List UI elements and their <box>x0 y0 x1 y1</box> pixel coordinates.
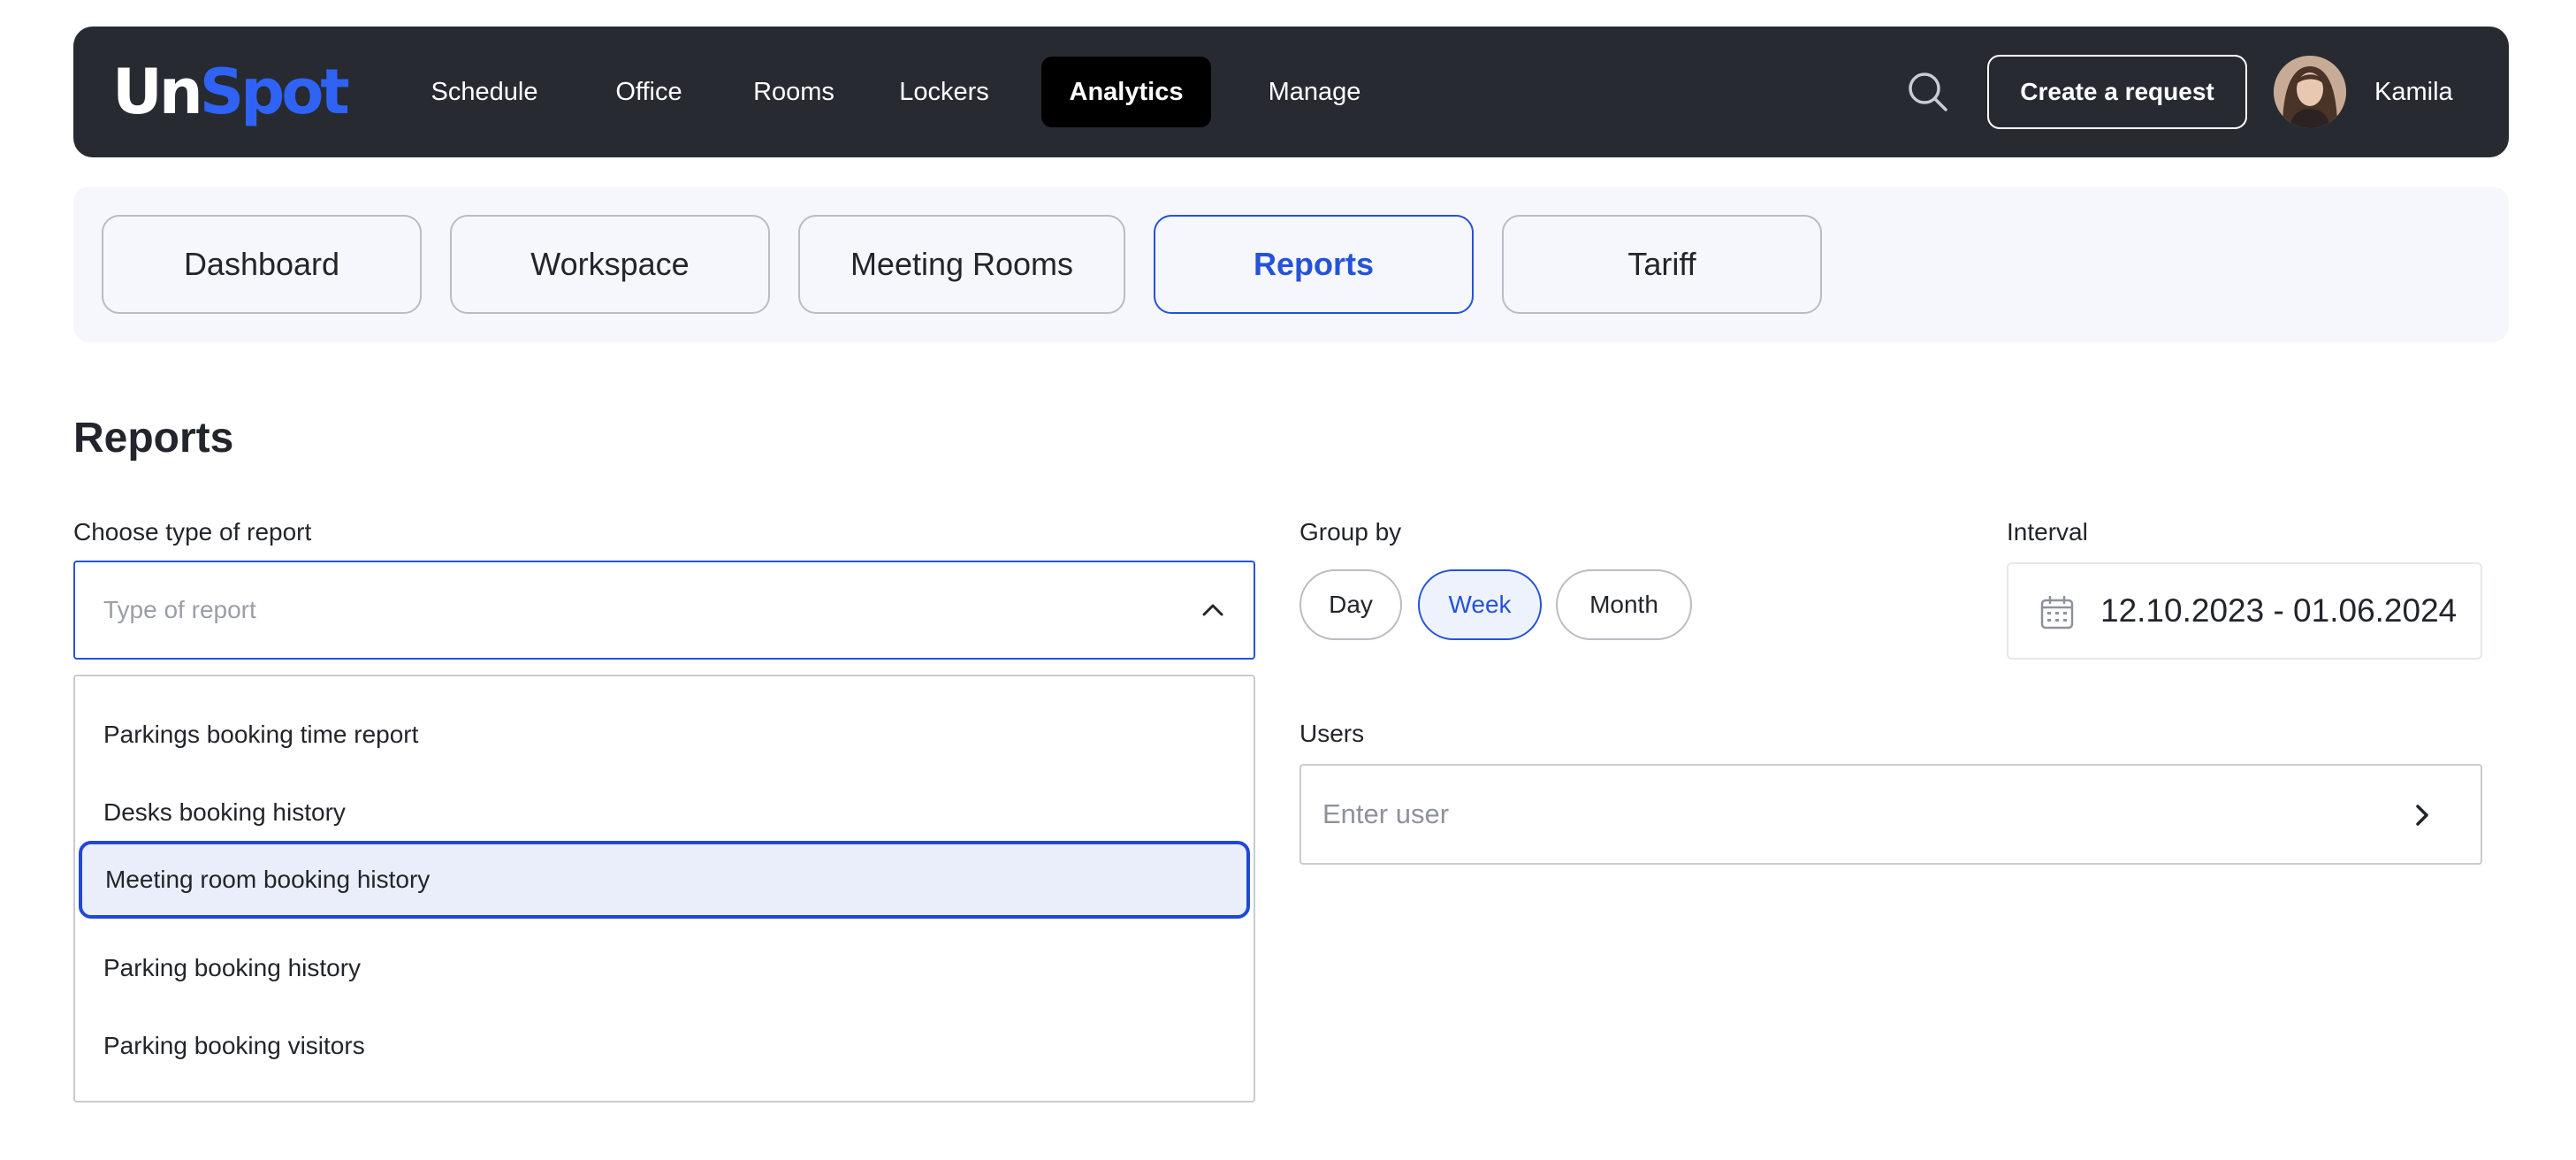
nav-item-schedule[interactable]: Schedule <box>413 57 556 127</box>
report-option-parking-booking-visitors[interactable]: Parking booking visitors <box>75 1007 1254 1085</box>
nav-item-office[interactable]: Office <box>597 57 701 127</box>
report-option-meeting-room-booking-history[interactable]: Meeting room booking history <box>79 841 1250 919</box>
chevron-up-icon <box>1202 604 1223 616</box>
group-by-label: Group by <box>1299 518 1402 546</box>
group-by-month-button[interactable]: Month <box>1556 569 1692 640</box>
nav-item-analytics[interactable]: Analytics <box>1041 57 1211 127</box>
interval-date-range-picker[interactable]: 12.10.2023 - 01.06.2024 <box>2007 562 2482 660</box>
report-option-parking-booking-history[interactable]: Parking booking history <box>75 929 1254 1007</box>
user-name[interactable]: Kamila <box>2374 57 2453 127</box>
tab-workspace[interactable]: Workspace <box>450 215 770 314</box>
interval-label: Interval <box>2007 518 2088 546</box>
tab-meeting-rooms[interactable]: Meeting Rooms <box>798 215 1125 314</box>
report-type-select[interactable]: Type of report <box>73 561 1255 660</box>
search-button[interactable] <box>1902 65 1955 118</box>
report-option-parkings-booking-time[interactable]: Parkings booking time report <box>75 696 1254 774</box>
create-request-button[interactable]: Create a request <box>1987 55 2247 129</box>
nav-item-rooms[interactable]: Rooms <box>742 57 846 127</box>
tab-dashboard[interactable]: Dashboard <box>102 215 422 314</box>
analytics-subtabs: Dashboard Workspace Meeting Rooms Report… <box>73 187 2509 342</box>
calendar-icon <box>2040 595 2074 630</box>
report-type-dropdown: Parkings booking time report Desks booki… <box>73 675 1255 1103</box>
avatar[interactable] <box>2274 56 2346 128</box>
group-by-day-button[interactable]: Day <box>1299 569 1402 640</box>
search-icon <box>1909 72 1947 111</box>
tab-reports[interactable]: Reports <box>1154 215 1474 314</box>
interval-value: 12.10.2023 - 01.06.2024 <box>2100 592 2458 629</box>
user-portrait-icon <box>2274 56 2346 128</box>
nav-item-manage[interactable]: Manage <box>1249 57 1380 127</box>
chevron-right-icon[interactable] <box>2408 801 2436 829</box>
nav-item-lockers[interactable]: Lockers <box>887 57 1002 127</box>
page-title: Reports <box>73 415 234 462</box>
users-input[interactable] <box>1322 766 2383 863</box>
report-type-label: Choose type of report <box>73 518 312 546</box>
tab-tariff[interactable]: Tariff <box>1502 215 1822 314</box>
users-label: Users <box>1299 720 1365 747</box>
report-type-placeholder: Type of report <box>103 596 256 623</box>
users-field <box>1299 764 2482 865</box>
top-navigation-bar: UnSpot Schedule Office Rooms Lockers Ana… <box>73 27 2509 157</box>
group-by-week-button[interactable]: Week <box>1418 569 1542 640</box>
report-option-desks-booking-history[interactable]: Desks booking history <box>75 774 1254 851</box>
